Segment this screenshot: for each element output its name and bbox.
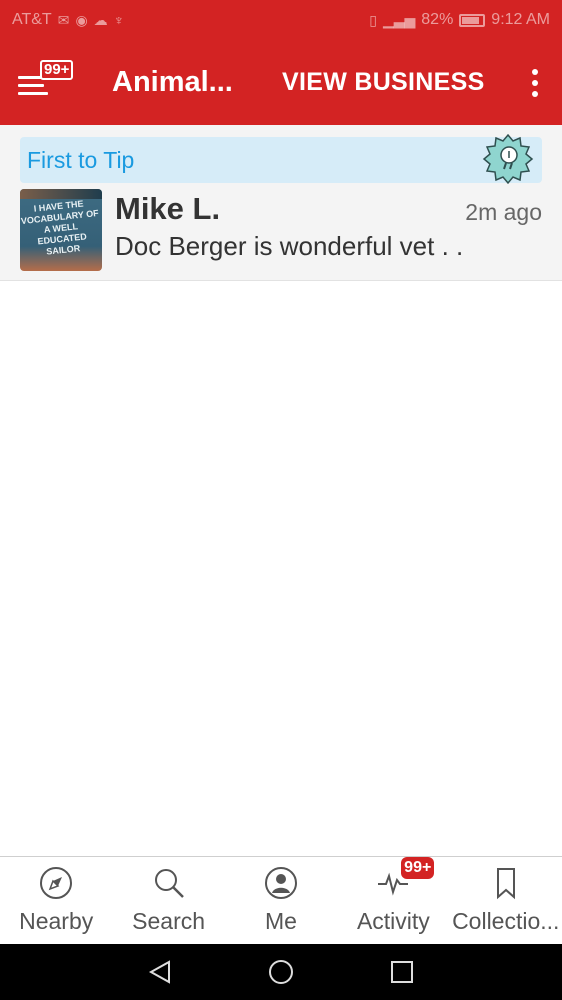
chrome-icon: ◉	[75, 11, 88, 28]
page-title: Animal...	[112, 66, 233, 98]
activity-badge: 99+	[401, 857, 435, 879]
search-icon	[152, 866, 186, 900]
nav-activity-label: Activity	[356, 908, 430, 934]
tip-text: Doc Berger is wonderful vet . .	[115, 231, 464, 261]
compass-icon	[39, 866, 73, 900]
nav-nearby-label: Nearby	[19, 908, 94, 934]
nav-nearby[interactable]: Nearby	[0, 857, 112, 945]
vibrate-icon: ▯	[369, 11, 377, 28]
notification-badge: 99+	[40, 60, 74, 80]
nav-search-label: Search	[132, 908, 206, 934]
mail-icon: ✉	[57, 11, 70, 28]
system-nav-bar	[0, 944, 562, 1000]
status-bar: AT&T ✉ ◉ ☁ ♆ ▯ ▁▃▅ 82% 9:12 AM	[0, 0, 562, 40]
carrier-label: AT&T	[12, 11, 52, 28]
first-to-tip-banner: First to Tip	[20, 133, 542, 185]
battery-percent: 82%	[421, 11, 454, 28]
recents-icon[interactable]	[387, 957, 417, 987]
status-right: ▯ ▁▃▅ 82% 9:12 AM	[369, 11, 550, 29]
nav-collections[interactable]: Collectio...	[450, 857, 562, 945]
nav-me[interactable]: Me	[225, 857, 337, 945]
avatar[interactable]: I HAVE THE VOCABULARY OF A WELL EDUCATED…	[20, 189, 102, 271]
nav-activity[interactable]: 99+ Activity	[337, 857, 449, 945]
screen: AT&T ✉ ◉ ☁ ♆ ▯ ▁▃▅ 82% 9:12 AM 99+ Anima…	[0, 0, 562, 1000]
bookmark-icon	[489, 866, 523, 900]
view-business-button[interactable]: VIEW BUSINESS	[282, 68, 485, 97]
first-to-tip-label: First to Tip	[27, 146, 135, 173]
back-icon[interactable]	[145, 957, 175, 987]
battery-icon	[459, 13, 486, 27]
nav-search[interactable]: Search	[112, 857, 224, 945]
timestamp: 2m ago	[465, 199, 542, 225]
user-name[interactable]: Mike L.	[115, 191, 220, 227]
bottom-nav: Nearby Search Me 99+ Activity Collectio.…	[0, 856, 562, 944]
more-options-icon[interactable]	[532, 68, 538, 97]
nav-me-label: Me	[265, 908, 297, 934]
clock: 9:12 AM	[491, 11, 550, 28]
tip-card[interactable]: First to Tip I HAVE THE VOCABULARY OF A …	[0, 125, 562, 281]
cloud-icon: ☁	[93, 11, 108, 28]
home-icon[interactable]	[266, 957, 296, 987]
signal-icon: ▁▃▅	[382, 11, 416, 28]
avatar-caption: I HAVE THE VOCABULARY OF A WELL EDUCATED…	[20, 198, 100, 257]
nav-collections-label: Collectio...	[452, 908, 560, 934]
menu-button[interactable]: 99+	[18, 40, 88, 125]
app-bar: 99+ Animal... VIEW BUSINESS	[0, 40, 562, 125]
profile-icon	[264, 866, 298, 900]
trophy-icon: ♆	[113, 12, 125, 28]
lightbulb-badge-icon	[482, 133, 534, 185]
status-left: AT&T ✉ ◉ ☁ ♆	[12, 11, 124, 29]
